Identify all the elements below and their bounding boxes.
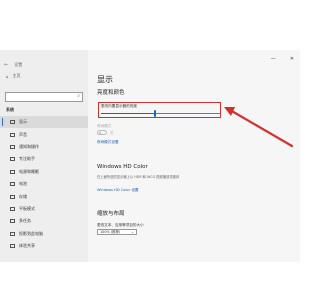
sidebar-item-label: 声音 — [19, 131, 27, 137]
notification-icon — [10, 144, 15, 149]
sidebar-item-project[interactable]: 投影到此电脑 — [0, 228, 88, 240]
share-icon — [10, 244, 15, 249]
sidebar-item-multitask[interactable]: 多任务 — [0, 215, 88, 227]
search-icon: ⌕ — [77, 93, 80, 99]
sidebar-item-label: 体验共享 — [19, 243, 35, 249]
home-label: 主页 — [12, 73, 21, 78]
multitask-icon — [10, 219, 15, 224]
sidebar-item-label: 专注助手 — [19, 156, 35, 162]
tablet-icon — [10, 206, 15, 211]
sidebar-item-storage[interactable]: 存储 — [0, 190, 88, 202]
sidebar-item-battery[interactable]: 电池 — [0, 178, 88, 190]
sidebar-item-sound[interactable]: 声音 — [0, 128, 88, 140]
sidebar-item-label: 显示 — [19, 119, 27, 125]
settings-window: ← 设置 ⌂ 主页 ⌕ 系统 显示 声音 通知和操作 专注助手 电源和睡眠 电池… — [0, 50, 300, 262]
project-icon — [10, 231, 15, 236]
sidebar-item-power[interactable]: 电源和睡眠 — [0, 166, 88, 178]
monitor-icon — [10, 120, 15, 125]
sidebar-item-focus[interactable]: 专注助手 — [0, 153, 88, 165]
sidebar-item-display[interactable]: 显示 — [0, 116, 88, 129]
speaker-icon — [10, 132, 15, 137]
main-content: — ✕ 显示 亮度和颜色 更改内置显示器的亮度 夜间模式 关 夜间模式设置 Wi… — [88, 50, 300, 262]
power-icon — [10, 169, 15, 174]
home-icon: ⌂ — [6, 73, 9, 79]
moon-icon — [10, 157, 15, 162]
sidebar: ← 设置 ⌂ 主页 ⌕ 系统 显示 声音 通知和操作 专注助手 电源和睡眠 电池… — [0, 50, 88, 262]
storage-icon — [10, 194, 15, 199]
sidebar-item-label: 平板模式 — [19, 205, 35, 211]
red-arrow-annotation — [224, 107, 294, 148]
sidebar-item-label: 投影到此电脑 — [19, 230, 43, 236]
title-bar: ← 设置 — [4, 62, 22, 68]
sidebar-nav: 显示 声音 通知和操作 专注助手 电源和睡眠 电池 存储 平板模式 多任务 投影… — [0, 116, 88, 252]
sidebar-item-label: 电池 — [19, 181, 27, 187]
sidebar-section-title: 系统 — [6, 107, 14, 112]
sidebar-item-label: 电源和睡眠 — [19, 168, 39, 174]
sidebar-item-label: 存储 — [19, 193, 27, 199]
sidebar-item-label: 多任务 — [19, 218, 31, 224]
sidebar-item-notifications[interactable]: 通知和操作 — [0, 141, 88, 153]
home-link[interactable]: ⌂ 主页 — [6, 73, 21, 79]
sidebar-item-tablet[interactable]: 平板模式 — [0, 203, 88, 215]
back-arrow-icon[interactable]: ← — [4, 62, 8, 68]
battery-icon — [10, 182, 15, 187]
sidebar-item-share[interactable]: 体验共享 — [0, 240, 88, 252]
window-title: 设置 — [14, 62, 23, 67]
search-input[interactable]: ⌕ — [5, 92, 83, 102]
sidebar-item-label: 通知和操作 — [19, 143, 39, 149]
